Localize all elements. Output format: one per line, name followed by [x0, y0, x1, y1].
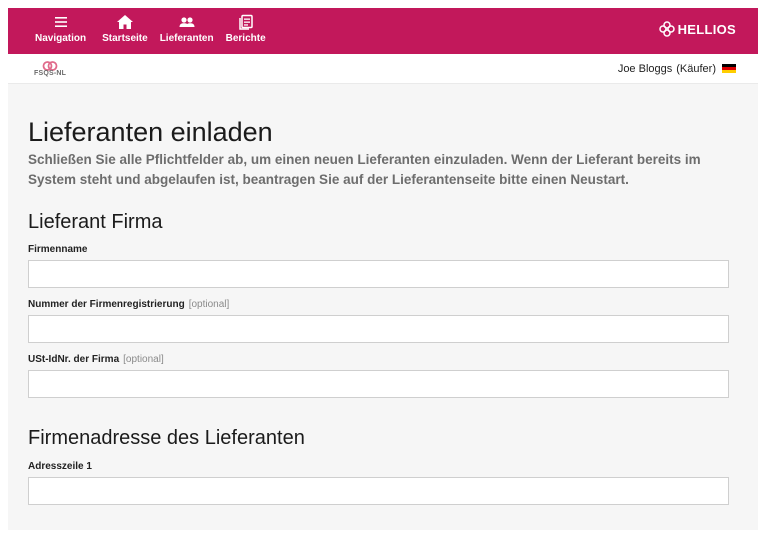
nav-berichte[interactable]: Berichte — [226, 8, 266, 44]
nav-navigation[interactable]: Navigation — [35, 8, 86, 44]
nav-label: Navigation — [35, 33, 87, 44]
context-bar: FSQS-NL Joe Bloggs (Käufer) — [8, 54, 758, 84]
field-label-text: USt-IdNr. der Firma — [28, 354, 120, 365]
nav-startseite[interactable]: Startseite — [102, 8, 148, 44]
field-label: Firmenname — [28, 244, 737, 255]
section-heading-company: Lieferant Firma — [28, 211, 163, 233]
menu-icon — [54, 17, 67, 27]
field-label: Nummer der Firmenregistrierung [optional… — [28, 299, 737, 310]
vat-id-input[interactable] — [28, 370, 729, 398]
users-icon — [179, 17, 195, 27]
field-label: Adresszeile 1 — [28, 461, 737, 472]
optional-hint: [optional] — [123, 354, 164, 365]
reports-icon — [238, 14, 253, 30]
page-title: Lieferanten einladen — [28, 117, 273, 147]
field-label-text: Nummer der Firmenregistrierung — [28, 299, 185, 310]
address-line-1-input[interactable] — [28, 477, 729, 505]
nav-label: Startseite — [102, 33, 148, 44]
field-label-text: Firmenname — [28, 244, 88, 255]
field-label-text: Adresszeile 1 — [28, 461, 92, 472]
home-icon — [116, 15, 133, 29]
user-menu[interactable]: Joe Bloggs (Käufer) — [618, 63, 736, 75]
user-role: (Käufer) — [676, 62, 716, 75]
page-intro: Schließen Sie alle Pflichtfelder ab, um … — [28, 152, 701, 187]
hellios-logo-icon — [658, 21, 675, 37]
top-navigation-bar: Navigation Startseite Lieferanten Berich… — [8, 8, 758, 54]
field-vat-id: USt-IdNr. der Firma [optional] — [28, 354, 737, 398]
field-label: USt-IdNr. der Firma [optional] — [28, 354, 737, 365]
germany-flag-icon[interactable] — [722, 64, 736, 73]
organisation-logo: FSQS-NL — [34, 60, 67, 77]
nav-label: Berichte — [225, 33, 266, 44]
nav-lieferanten[interactable]: Lieferanten — [160, 8, 214, 44]
user-name: Joe Bloggs — [617, 62, 673, 75]
field-registration-number: Nummer der Firmenregistrierung [optional… — [28, 299, 737, 343]
section-heading-address: Firmenadresse des Lieferanten — [28, 427, 305, 449]
main-content: Lieferanten einladen Schließen Sie alle … — [8, 84, 758, 505]
nav-label: Lieferanten — [159, 33, 214, 44]
brand-logo[interactable]: HELLIOS — [658, 21, 736, 37]
optional-hint: [optional] — [188, 299, 230, 310]
app-window: Navigation Startseite Lieferanten Berich… — [8, 8, 758, 530]
registration-number-input[interactable] — [28, 315, 729, 343]
field-address-line-1: Adresszeile 1 — [28, 461, 737, 505]
organisation-name: FSQS-NL — [34, 69, 67, 77]
field-company-name: Firmenname — [28, 244, 737, 288]
company-name-input[interactable] — [28, 260, 729, 288]
brand-name: HELLIOS — [677, 21, 736, 37]
